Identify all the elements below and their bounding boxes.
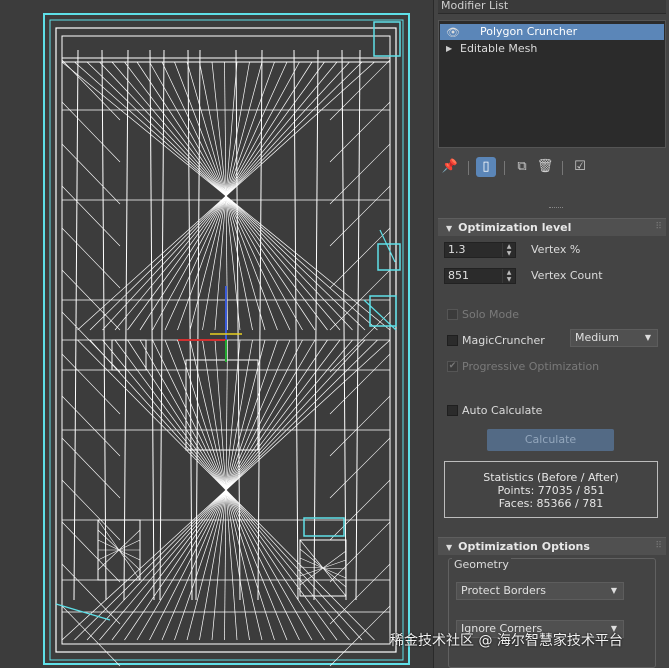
panel-splitter[interactable]	[549, 207, 563, 210]
wireframe-mesh[interactable]	[0, 0, 433, 668]
protect-borders-dropdown[interactable]: Protect Borders ▼	[456, 582, 624, 600]
vertex-percent-spinner[interactable]: 1.3 ▲ ▼	[444, 242, 516, 258]
pin-stack-icon[interactable]: 📌	[440, 157, 460, 177]
make-unique-icon[interactable]: ⧉	[512, 157, 532, 177]
calculate-button[interactable]: Calculate	[487, 429, 614, 451]
progressive-optimization-label: Progressive Optimization	[462, 360, 600, 373]
remove-modifier-icon[interactable]: 🗑	[535, 157, 555, 177]
toolbar-separator	[504, 161, 505, 175]
solo-mode-checkbox[interactable]	[447, 309, 458, 320]
mesh-box	[111, 339, 147, 371]
spinner-arrows-icon[interactable]: ▲ ▼	[502, 243, 515, 257]
expand-triangle-icon[interactable]: ▶	[446, 41, 452, 57]
auto-calculate-label: Auto Calculate	[462, 404, 543, 417]
grip-icon: ⠿	[655, 541, 662, 551]
mesh-edge	[123, 49, 129, 601]
protect-borders-value: Protect Borders	[461, 584, 546, 597]
vertex-percent-label: Vertex %	[531, 243, 581, 256]
stats-points: Points: 77035 / 851	[497, 484, 605, 497]
stack-item-polygon-cruncher[interactable]: 👁 Polygon Cruncher	[440, 24, 664, 40]
rollout-title: Optimization Options	[458, 540, 590, 553]
toolbar-separator	[562, 161, 563, 175]
modifier-list-dropdown[interactable]: Modifier List	[438, 0, 666, 14]
mesh-edge	[257, 49, 263, 601]
mesh-edge	[77, 339, 375, 641]
vertex-percent-value: 1.3	[448, 243, 466, 256]
stack-item-editable-mesh[interactable]: ▶ Editable Mesh	[440, 41, 664, 57]
chevron-down-icon: ▼	[644, 333, 651, 342]
rollout-optimization-options[interactable]: ▼ Optimization Options ⠿	[438, 537, 666, 555]
command-panel: Modifier List 👁 Polygon Cruncher ▶ Edita…	[433, 0, 669, 668]
vertex-count-spinner[interactable]: 851 ▲ ▼	[444, 268, 516, 284]
watermark-text: 稀金技术社区 @ 海尔智慧家技术平台	[390, 633, 623, 649]
rollout-title: Optimization level	[458, 221, 572, 234]
stats-faces: Faces: 85366 / 781	[498, 497, 604, 510]
mesh-edge	[101, 49, 107, 601]
stack-item-label: Editable Mesh	[460, 42, 538, 55]
progressive-optimization-checkbox[interactable]: ✔	[447, 361, 458, 372]
mesh-edge	[379, 229, 396, 263]
solo-mode-label: Solo Mode	[462, 308, 519, 321]
eye-icon[interactable]: 👁	[446, 25, 460, 39]
stack-item-label: Polygon Cruncher	[480, 25, 578, 38]
magic-cruncher-label: MagicCruncher	[462, 334, 545, 347]
collapse-arrow-icon: ▼	[446, 543, 453, 552]
vertex-count-value: 851	[448, 269, 469, 282]
geometry-group-label: Geometry	[452, 558, 511, 571]
spinner-arrows-icon[interactable]: ▲ ▼	[502, 269, 515, 283]
statistics-box: Statistics (Before / After) Points: 7703…	[444, 461, 658, 518]
configure-modifier-sets-icon[interactable]: ☑	[570, 157, 590, 177]
collapse-arrow-icon: ▼	[446, 224, 453, 233]
toolbar-separator	[468, 161, 469, 175]
magic-cruncher-value: Medium	[575, 331, 619, 344]
modifier-stack[interactable]: 👁 Polygon Cruncher ▶ Editable Mesh	[438, 20, 666, 148]
magic-cruncher-dropdown[interactable]: Medium ▼	[570, 329, 658, 347]
auto-calculate-checkbox[interactable]	[447, 405, 458, 416]
vertex-count-label: Vertex Count	[531, 269, 603, 282]
chevron-down-icon: ▼	[610, 586, 617, 595]
mesh-detail	[369, 295, 397, 327]
stats-title: Statistics (Before / After)	[483, 471, 619, 484]
grip-icon: ⠿	[655, 222, 662, 232]
mesh-detail	[303, 517, 345, 537]
show-end-result-icon[interactable]: ▯	[476, 157, 496, 177]
rollout-optimization-level[interactable]: ▼ Optimization level ⠿	[438, 218, 666, 236]
mesh-edge	[149, 49, 155, 601]
magic-cruncher-checkbox[interactable]	[447, 335, 458, 346]
viewport[interactable]	[0, 0, 433, 668]
geometry-group	[448, 558, 656, 668]
